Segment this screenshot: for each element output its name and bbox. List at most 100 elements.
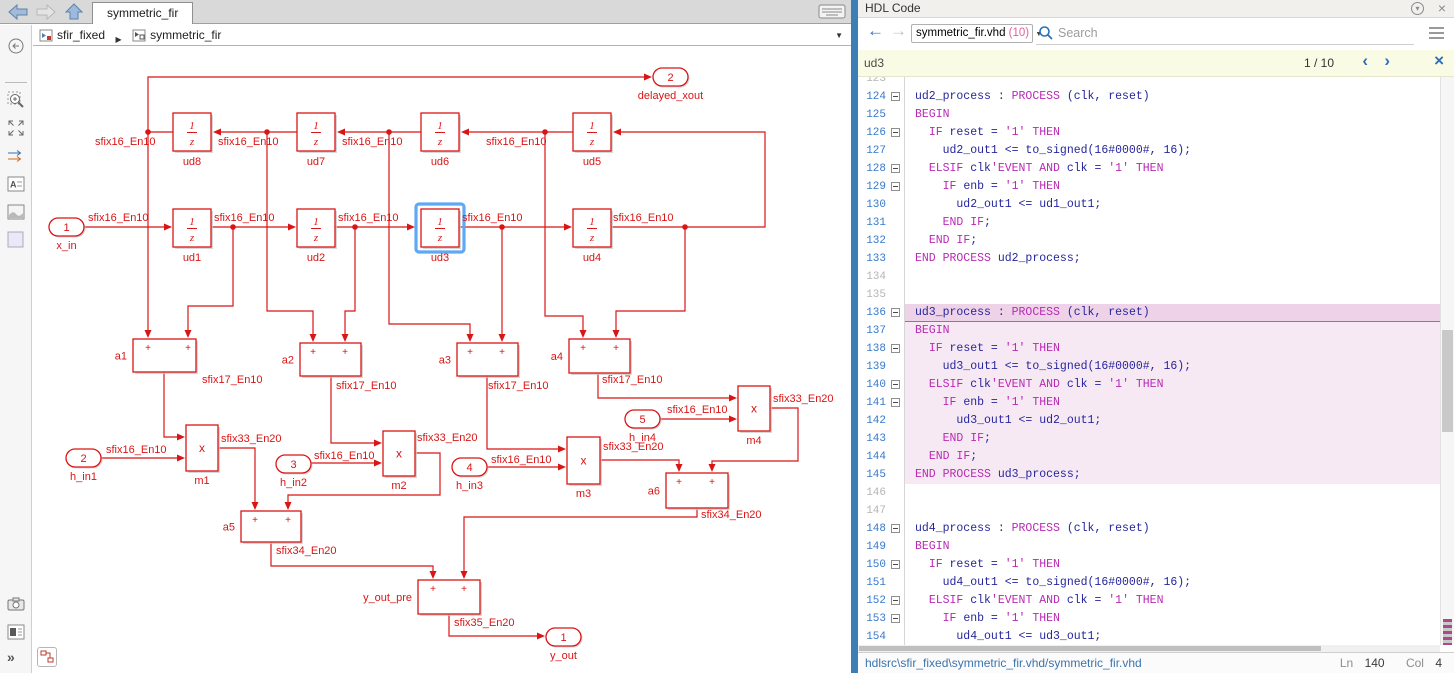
code-forward-icon[interactable]: → xyxy=(890,21,907,41)
fold-toggle-icon[interactable] xyxy=(891,128,900,137)
code-line-140[interactable]: 140 ELSIF clk'EVENT AND clk = '1' THEN xyxy=(858,376,1454,394)
code-line-126[interactable]: 126 IF reset = '1' THEN xyxy=(858,124,1454,142)
code-line-123[interactable]: 123 xyxy=(858,77,1454,88)
file-selector-dropdown[interactable]: symmetric_fir.vhd (10) ▼ xyxy=(911,24,1033,43)
back-icon[interactable] xyxy=(6,3,30,21)
fold-toggle-icon[interactable] xyxy=(891,524,900,533)
code-text: IF reset = '1' THEN xyxy=(915,556,1439,574)
code-line-138[interactable]: 138 IF reset = '1' THEN xyxy=(858,340,1454,358)
signal-routing-icon[interactable] xyxy=(7,147,25,165)
tab-symmetric-fir[interactable]: symmetric_fir xyxy=(92,2,193,24)
fold-toggle-icon[interactable] xyxy=(891,380,900,389)
code-line-125[interactable]: 125BEGIN xyxy=(858,106,1454,124)
code-line-127[interactable]: 127 ud2_out1 <= to_signed(16#0000#, 16); xyxy=(858,142,1454,160)
code-back-icon[interactable]: ← xyxy=(867,21,884,41)
signal-wire[interactable] xyxy=(345,227,355,335)
code-line-148[interactable]: 148ud4_process : PROCESS (clk, reset) xyxy=(858,520,1454,538)
code-line-128[interactable]: 128 ELSIF clk'EVENT AND clk = '1' THEN xyxy=(858,160,1454,178)
code-line-147[interactable]: 147 xyxy=(858,502,1454,520)
code-line-154[interactable]: 154 ud4_out1 <= ud3_out1; xyxy=(858,628,1454,645)
fold-toggle-icon[interactable] xyxy=(891,614,900,623)
wire-arrowhead-icon xyxy=(467,334,474,342)
code-line-139[interactable]: 139 ud3_out1 <= to_signed(16#0000#, 16); xyxy=(858,358,1454,376)
expand-icon[interactable]: » xyxy=(7,649,25,667)
code-line-137[interactable]: 137BEGIN xyxy=(858,322,1454,340)
forward-icon[interactable] xyxy=(34,3,58,21)
signal-wire[interactable] xyxy=(218,448,255,503)
keyboard-icon[interactable] xyxy=(818,4,846,19)
code-line-134[interactable]: 134 xyxy=(858,268,1454,286)
code-editor[interactable]: 123124ud2_process : PROCESS (clk, reset)… xyxy=(858,77,1454,645)
code-line-145[interactable]: 145END PROCESS ud3_process; xyxy=(858,466,1454,484)
find-next-icon[interactable]: › xyxy=(1384,51,1390,71)
code-line-130[interactable]: 130 ud2_out1 <= ud1_out1; xyxy=(858,196,1454,214)
pan-back-icon[interactable] xyxy=(7,37,25,55)
fit-view-icon[interactable] xyxy=(7,119,25,137)
find-close-icon[interactable]: × xyxy=(1434,51,1444,71)
panel-splitter[interactable] xyxy=(851,0,858,673)
signal-wire[interactable] xyxy=(464,508,697,572)
line-number: 138 xyxy=(858,340,886,358)
signal-wire[interactable] xyxy=(616,227,685,331)
signal-wire[interactable] xyxy=(164,372,178,437)
multiplier-sign: x xyxy=(199,441,205,455)
code-line-149[interactable]: 149BEGIN xyxy=(858,538,1454,556)
signal-wire[interactable] xyxy=(600,460,679,465)
panel-close-icon[interactable]: × xyxy=(1438,0,1446,17)
code-line-152[interactable]: 152 ELSIF clk'EVENT AND clk = '1' THEN xyxy=(858,592,1454,610)
zoom-region-icon[interactable] xyxy=(7,91,25,109)
fold-toggle-icon[interactable] xyxy=(891,398,900,407)
breadcrumb-item-symmetric-fir[interactable]: symmetric_fir xyxy=(132,25,221,45)
menu-icon[interactable] xyxy=(1429,27,1444,39)
fold-toggle-icon[interactable] xyxy=(891,92,900,101)
annotation-icon[interactable]: A xyxy=(7,175,25,193)
code-line-141[interactable]: 141 IF enb = '1' THEN xyxy=(858,394,1454,412)
capture-icon[interactable] xyxy=(7,623,25,641)
code-line-124[interactable]: 124ud2_process : PROCESS (clk, reset) xyxy=(858,88,1454,106)
adder-plus-sign: + xyxy=(430,584,436,595)
fold-toggle-icon[interactable] xyxy=(891,308,900,317)
wire-arrowhead-icon xyxy=(430,571,437,579)
diagram-canvas[interactable]: 1zud81zud71zud61zud51zud11zud21zud31zud4… xyxy=(33,47,851,673)
adder-plus-sign: + xyxy=(676,477,682,488)
camera-icon[interactable] xyxy=(7,595,25,613)
horizontal-scrollbar[interactable] xyxy=(858,645,1440,652)
fold-toggle-icon[interactable] xyxy=(891,182,900,191)
block-y_out_pre[interactable] xyxy=(418,580,480,614)
code-line-146[interactable]: 146 xyxy=(858,484,1454,502)
code-line-144[interactable]: 144 END IF; xyxy=(858,448,1454,466)
code-line-132[interactable]: 132 END IF; xyxy=(858,232,1454,250)
viewmark-icon[interactable] xyxy=(7,231,25,249)
fold-toggle-icon[interactable] xyxy=(891,560,900,569)
signal-wire[interactable] xyxy=(148,77,645,132)
code-line-129[interactable]: 129 IF enb = '1' THEN xyxy=(858,178,1454,196)
code-line-143[interactable]: 143 END IF; xyxy=(858,430,1454,448)
search-input[interactable]: Search xyxy=(1036,22,1414,45)
overview-badge-icon[interactable] xyxy=(37,647,57,667)
code-line-153[interactable]: 153 IF enb = '1' THEN xyxy=(858,610,1454,628)
breadcrumb-label: sfir_fixed xyxy=(57,28,105,42)
block-a5[interactable] xyxy=(241,511,301,542)
fold-toggle-icon[interactable] xyxy=(891,344,900,353)
scrollbar-thumb[interactable] xyxy=(1442,330,1453,432)
fold-toggle-icon[interactable] xyxy=(891,596,900,605)
breadcrumb-dropdown-icon[interactable]: ▼ xyxy=(835,31,843,40)
code-line-131[interactable]: 131 END IF; xyxy=(858,214,1454,232)
code-text: IF reset = '1' THEN xyxy=(915,124,1439,142)
scrollbar-thumb[interactable] xyxy=(859,646,1321,651)
wire-junction-dot xyxy=(499,224,505,230)
code-line-133[interactable]: 133END PROCESS ud2_process; xyxy=(858,250,1454,268)
code-line-136[interactable]: 136ud3_process : PROCESS (clk, reset) xyxy=(858,304,1454,322)
fold-toggle-icon[interactable] xyxy=(891,164,900,173)
code-line-150[interactable]: 150 IF reset = '1' THEN xyxy=(858,556,1454,574)
image-icon[interactable] xyxy=(7,203,25,221)
code-line-151[interactable]: 151 ud4_out1 <= to_signed(16#0000#, 16); xyxy=(858,574,1454,592)
panel-options-icon[interactable]: ▾ xyxy=(1411,2,1424,15)
code-line-142[interactable]: 142 ud3_out1 <= ud2_out1; xyxy=(858,412,1454,430)
block-a4[interactable] xyxy=(569,339,630,373)
code-line-135[interactable]: 135 xyxy=(858,286,1454,304)
up-icon[interactable] xyxy=(62,3,86,21)
breadcrumb-item-sfir-fixed[interactable]: sfir_fixed xyxy=(39,25,105,45)
vertical-scrollbar[interactable] xyxy=(1440,77,1454,645)
find-previous-icon[interactable]: ‹ xyxy=(1362,51,1368,71)
